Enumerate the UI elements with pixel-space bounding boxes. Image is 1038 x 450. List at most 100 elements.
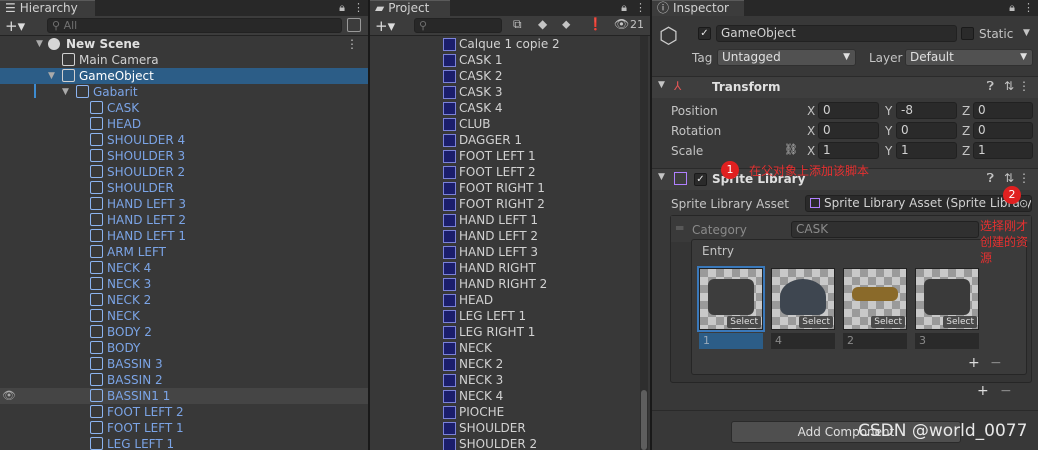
search-by-label-icon[interactable]: ◆ [538,17,547,31]
more-menu-icon[interactable]: ⋮ [1023,1,1034,15]
foldout-arrow-icon[interactable]: ▼ [658,80,665,90]
z-axis-label[interactable]: Z [962,143,970,159]
select-sprite-button[interactable]: Select [799,316,833,328]
project-scrollbar[interactable] [640,36,648,450]
drag-handle-icon[interactable]: ═ [676,221,683,235]
project-file-item[interactable]: NECK 2 [0,356,640,372]
y-axis-label[interactable]: Y [885,123,892,139]
sprite-entry-thumbnail[interactable]: Select [915,268,979,330]
help-icon[interactable]: ❓︎ [987,79,994,94]
project-file-item[interactable]: HAND LEFT 2 [0,228,640,244]
category-input[interactable]: CASK [791,221,979,238]
sprite-entry-label[interactable]: 4 [771,333,835,349]
create-plus-button[interactable]: +▾ [5,17,25,35]
scale-x-input[interactable]: 1 [818,142,879,159]
project-file-item[interactable]: CASK 2 [0,68,640,84]
x-axis-label[interactable]: X [807,123,815,139]
constrain-proportions-icon[interactable]: ⛓︎ [784,143,798,156]
visibility-icon[interactable]: 👁︎ [614,17,629,31]
lock-icon[interactable]: 🔒︎ [339,1,345,15]
sprite-library-enabled-checkbox[interactable]: ✓ [694,173,707,186]
object-picker-icon[interactable]: ⊙ [1019,197,1029,210]
scrollbar-thumb[interactable] [641,390,647,450]
project-file-item[interactable]: LEG RIGHT 1 [0,324,640,340]
project-file-item[interactable]: PIOCHE [0,404,640,420]
project-file-item[interactable]: DAGGER 1 [0,132,640,148]
sprite-entry-label[interactable]: 3 [915,333,979,349]
static-checkbox[interactable] [961,27,974,40]
project-file-item[interactable]: HAND LEFT 1 [0,212,640,228]
project-file-item[interactable]: LEG LEFT 1 [0,308,640,324]
sprite-entry-label[interactable]: 2 [843,333,907,349]
position-x-input[interactable]: 0 [818,102,879,119]
hierarchy-tab[interactable]: ☰ Hierarchy [0,0,95,16]
project-file-item[interactable]: HEAD [0,292,640,308]
component-menu-icon[interactable]: ⋮ [1018,79,1030,93]
lock-icon[interactable]: 🔒︎ [1009,1,1015,15]
create-plus-button[interactable]: +▾ [375,17,395,35]
more-menu-icon[interactable]: ⋮ [353,1,364,15]
project-file-item[interactable]: HAND RIGHT [0,260,640,276]
project-file-item[interactable]: Calque 1 copie 2 [0,36,640,52]
active-checkbox[interactable]: ✓ [698,27,711,40]
project-file-item[interactable]: CLUB [0,116,640,132]
rotation-x-input[interactable]: 0 [818,122,879,139]
project-file-item[interactable]: FOOT RIGHT 1 [0,180,640,196]
rotation-y-input[interactable]: 0 [896,122,957,139]
rotation-z-input[interactable]: 0 [973,122,1033,139]
help-icon[interactable]: ❓︎ [987,171,994,186]
hierarchy-search-input[interactable]: ⚲ All [47,18,342,33]
more-menu-icon[interactable]: ⋮ [635,1,646,15]
scene-visibility-icon[interactable] [347,18,361,32]
project-file-item[interactable]: SHOULDER [0,420,640,436]
remove-category-button[interactable]: − [1000,383,1012,399]
tag-icon[interactable]: ⬥ [562,17,570,32]
preset-icon[interactable]: ⇅ [1004,79,1014,93]
y-axis-label[interactable]: Y [885,143,892,159]
project-file-item[interactable]: SHOULDER 2 [0,436,640,450]
project-file-item[interactable]: FOOT LEFT 2 [0,164,640,180]
add-category-button[interactable]: + [977,383,989,399]
remove-entry-button[interactable]: − [990,355,1002,371]
project-file-item[interactable]: FOOT RIGHT 2 [0,196,640,212]
sprite-library-asset-field[interactable]: Sprite Library Asset (Sprite Library [805,195,1032,212]
project-file-item[interactable]: NECK [0,340,640,356]
project-search-input[interactable]: ⚲ [414,18,502,33]
scale-z-input[interactable]: 1 [973,142,1033,159]
project-file-item[interactable]: HAND RIGHT 2 [0,276,640,292]
project-file-item[interactable]: NECK 4 [0,388,640,404]
select-sprite-button[interactable]: Select [943,316,977,328]
project-tab[interactable]: ▰ Project [370,0,450,16]
sprite-entry-label[interactable]: 1 [699,333,763,349]
scale-y-input[interactable]: 1 [896,142,957,159]
project-file-item[interactable]: CASK 3 [0,84,640,100]
preset-icon[interactable]: ⇅ [1004,171,1014,185]
tag-dropdown[interactable]: Untagged ▼ [717,49,856,66]
layer-dropdown[interactable]: Default ▼ [905,49,1033,66]
search-by-type-icon[interactable]: ⧉ [513,17,522,32]
sprite-entry-thumbnail[interactable]: Select [771,268,835,330]
object-name-input[interactable]: GameObject [716,25,957,42]
position-y-input[interactable]: -8 [896,102,957,119]
position-z-input[interactable]: 0 [973,102,1033,119]
select-sprite-button[interactable]: Select [727,316,761,328]
x-axis-label[interactable]: X [807,103,815,119]
project-file-item[interactable]: CASK 1 [0,52,640,68]
sprite-entry-thumbnail[interactable]: Select [697,266,765,332]
add-entry-button[interactable]: + [968,355,980,371]
project-file-item[interactable]: HAND LEFT 3 [0,244,640,260]
alert-icon[interactable]: ❗ [588,17,603,31]
static-dropdown-icon[interactable]: ▼ [1023,28,1030,38]
project-file-item[interactable]: FOOT LEFT 1 [0,148,640,164]
z-axis-label[interactable]: Z [962,123,970,139]
z-axis-label[interactable]: Z [962,103,970,119]
lock-icon[interactable]: 🔒︎ [621,1,627,15]
select-sprite-button[interactable]: Select [871,316,905,328]
project-file-item[interactable]: CASK 4 [0,100,640,116]
project-file-item[interactable]: NECK 3 [0,372,640,388]
component-menu-icon[interactable]: ⋮ [1018,171,1030,185]
sprite-entry-thumbnail[interactable]: Select [843,268,907,330]
transform-header[interactable]: ▼ ⅄ Transform ❓︎ ⇅ ⋮ [652,76,1038,98]
inspector-tab[interactable]: ⓘ Inspector [652,0,744,16]
y-axis-label[interactable]: Y [885,103,892,119]
